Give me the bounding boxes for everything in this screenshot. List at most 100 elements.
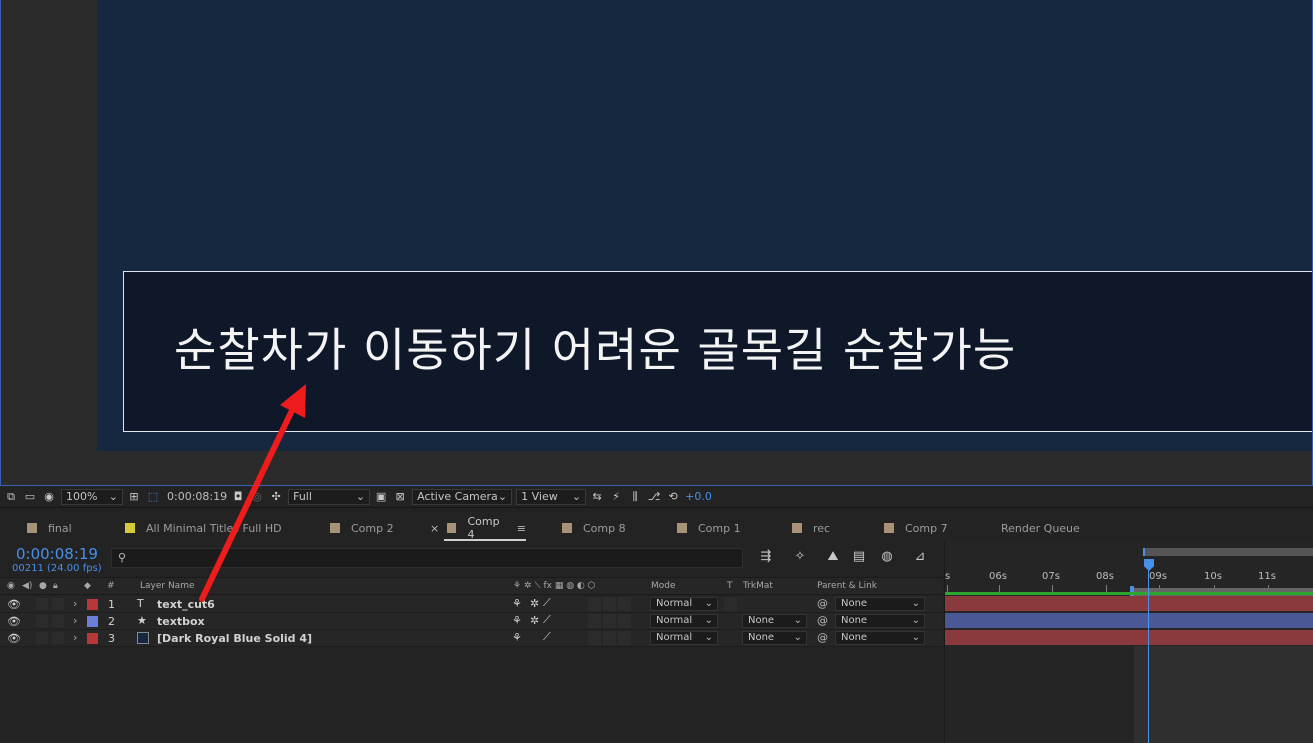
- resolution-dropdown[interactable]: Full ⌄: [288, 488, 371, 505]
- layer-label-color[interactable]: [87, 599, 98, 610]
- quality-switch-icon[interactable]: ⟋: [543, 613, 551, 627]
- exposure-value[interactable]: +0.0: [685, 490, 712, 503]
- composition-mini-flowchart-icon[interactable]: ⇶: [757, 549, 775, 565]
- layer-name-header[interactable]: Layer Name: [140, 581, 195, 591]
- quality-switch-icon[interactable]: ⟋: [543, 630, 551, 644]
- region-of-interest-icon[interactable]: ⬚: [145, 490, 161, 504]
- timeline-icon[interactable]: ⫼: [627, 490, 643, 504]
- layer-row[interactable]: 👁︎ › 3 [Dark Royal Blue Solid 4] ⚘ ⟋ Nor…: [0, 630, 943, 647]
- label-header-icon[interactable]: ◆: [84, 581, 91, 591]
- mask-visibility-icon[interactable]: ◉: [41, 490, 57, 504]
- close-tab-icon[interactable]: ×: [430, 522, 439, 535]
- motion-blur-icon[interactable]: ◍: [878, 549, 896, 565]
- solo-toggle[interactable]: [36, 598, 48, 610]
- always-preview-icon[interactable]: ⧉: [3, 490, 19, 504]
- solo-toggle[interactable]: [36, 615, 48, 627]
- current-time-display[interactable]: 0:00:08:19: [16, 545, 98, 563]
- view-layout-dropdown[interactable]: 1 View ⌄: [516, 488, 587, 505]
- hide-shy-layers-icon[interactable]: ⛰: [824, 549, 842, 565]
- pick-whip-icon[interactable]: @: [817, 631, 828, 644]
- work-area-top-bar[interactable]: [1143, 548, 1313, 556]
- parent-dropdown[interactable]: None ⌄: [835, 614, 925, 628]
- lock-toggle[interactable]: [52, 598, 64, 610]
- eye-icon[interactable]: 👁︎: [7, 632, 21, 645]
- eye-icon[interactable]: 👁︎: [7, 598, 21, 611]
- layer-label-color[interactable]: [87, 616, 98, 627]
- frame-blending-icon[interactable]: ▤: [850, 549, 868, 565]
- lock-toggle[interactable]: [52, 615, 64, 627]
- work-area-start-marker[interactable]: [1143, 548, 1145, 556]
- tab-rec[interactable]: rec: [792, 516, 830, 540]
- collapse-switch-icon[interactable]: ✲: [530, 614, 539, 627]
- layer-search-input[interactable]: ⚲: [111, 548, 743, 568]
- shy-switch-icon[interactable]: ⚘: [512, 631, 522, 644]
- solo-header-icon[interactable]: ●: [39, 581, 47, 591]
- tab-comp-7[interactable]: Comp 7: [884, 516, 948, 540]
- motion-blur-switch[interactable]: [588, 631, 601, 645]
- safe-zones-icon[interactable]: ⊞: [126, 490, 142, 504]
- time-graph[interactable]: s 06s 07s 08s 09s 10s 11s: [944, 541, 1313, 743]
- layer-duration-bar[interactable]: [945, 596, 1313, 611]
- layer-label-color[interactable]: [87, 633, 98, 644]
- tab-comp-1[interactable]: Comp 1: [677, 516, 741, 540]
- flowchart-icon[interactable]: ⎇: [646, 490, 662, 504]
- collapse-switch-icon[interactable]: ✲: [530, 597, 539, 610]
- time-ruler[interactable]: s 06s 07s 08s 09s 10s 11s: [945, 569, 1313, 595]
- 3d-switch[interactable]: [618, 614, 631, 628]
- 3d-switch[interactable]: [618, 631, 631, 645]
- shy-switch-icon[interactable]: ⚘: [512, 597, 522, 610]
- snapshot-icon[interactable]: ◘: [230, 490, 246, 504]
- parent-dropdown[interactable]: None ⌄: [835, 631, 925, 645]
- reset-exposure-icon[interactable]: ⟲: [665, 490, 681, 504]
- toggle-pixel-aspect-icon[interactable]: ⇆: [589, 490, 605, 504]
- tab-comp-2[interactable]: Comp 2: [330, 516, 394, 540]
- graph-editor-icon[interactable]: ⊿: [911, 549, 929, 565]
- viewer-timecode[interactable]: 0:00:08:19: [167, 490, 227, 503]
- shy-switch-icon[interactable]: ⚘: [512, 614, 522, 627]
- layer-name[interactable]: [Dark Royal Blue Solid 4]: [157, 632, 312, 645]
- blend-mode-dropdown[interactable]: Normal ⌄: [650, 597, 718, 611]
- layer-name[interactable]: textbox: [157, 615, 205, 628]
- chevron-right-icon[interactable]: ›: [73, 614, 77, 627]
- preserve-transparency-toggle[interactable]: [724, 597, 737, 611]
- title-text-box[interactable]: 순찰차가 이동하기 어려운 골목길 순찰가능: [123, 271, 1312, 432]
- zoom-dropdown[interactable]: 100% ⌄: [61, 488, 123, 505]
- chevron-right-icon[interactable]: ›: [73, 631, 77, 644]
- layer-duration-bar[interactable]: [945, 613, 1313, 628]
- lock-header-icon[interactable]: 🔒︎: [53, 581, 58, 591]
- channel-icon[interactable]: ✣: [268, 490, 284, 504]
- tab-final[interactable]: final: [27, 516, 72, 540]
- adjustment-switch[interactable]: [603, 597, 616, 611]
- parent-dropdown[interactable]: None ⌄: [835, 597, 925, 611]
- tab-menu-icon[interactable]: ≡: [517, 522, 526, 535]
- pick-whip-icon[interactable]: @: [817, 614, 828, 627]
- chevron-right-icon[interactable]: ›: [73, 597, 77, 610]
- quality-switch-icon[interactable]: ⟋: [543, 596, 551, 610]
- layer-row[interactable]: 👁︎ › 2 ★ textbox ⚘ ✲ ⟋ Normal ⌄ None ⌄ @ N…: [0, 613, 943, 630]
- show-snapshot-icon[interactable]: ◎: [249, 490, 265, 504]
- composition-viewer[interactable]: 순찰차가 이동하기 어려운 골목길 순찰가능: [0, 0, 1313, 486]
- eye-icon[interactable]: 👁︎: [7, 615, 21, 628]
- tab-all-minimal-titles[interactable]: All Minimal Titles Full HD: [125, 516, 282, 540]
- tab-render-queue[interactable]: Render Queue: [1001, 516, 1080, 540]
- tab-comp-8[interactable]: Comp 8: [562, 516, 626, 540]
- solo-toggle[interactable]: [36, 632, 48, 644]
- pick-whip-icon[interactable]: @: [817, 597, 828, 610]
- fast-previews-icon[interactable]: ▣: [373, 490, 389, 504]
- adjustment-switch[interactable]: [603, 631, 616, 645]
- blend-mode-dropdown[interactable]: Normal ⌄: [650, 614, 718, 628]
- track-matte-dropdown[interactable]: None ⌄: [742, 614, 807, 628]
- layer-name[interactable]: text_cut6: [157, 598, 215, 611]
- motion-blur-switch[interactable]: [588, 614, 601, 628]
- transparency-grid-icon[interactable]: ⊠: [392, 490, 408, 504]
- lock-toggle[interactable]: [52, 632, 64, 644]
- fast-draft-icon[interactable]: ⚡: [608, 490, 624, 504]
- audio-toggle-header-icon[interactable]: ◀): [22, 581, 32, 591]
- 3d-switch[interactable]: [618, 597, 631, 611]
- motion-blur-switch[interactable]: [588, 597, 601, 611]
- monitor-icon[interactable]: ▭: [22, 490, 38, 504]
- track-matte-dropdown[interactable]: None ⌄: [742, 631, 807, 645]
- draft-3d-icon[interactable]: ✧: [791, 549, 809, 565]
- playhead-line[interactable]: [1148, 568, 1149, 743]
- layer-row[interactable]: 👁︎ › 1 T text_cut6 ⚘ ✲ ⟋ Normal ⌄ @ None ⌄: [0, 596, 943, 613]
